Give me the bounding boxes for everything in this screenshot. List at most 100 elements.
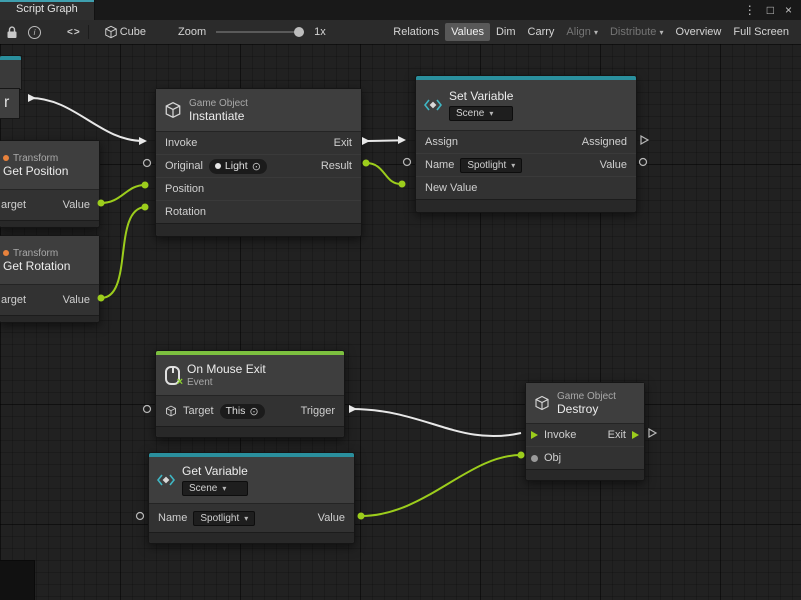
code-icon[interactable]: <> — [67, 27, 81, 38]
node-header: Game Object Instantiate — [156, 89, 361, 132]
info-icon[interactable]: i — [28, 26, 41, 39]
zoom-slider[interactable] — [216, 31, 304, 33]
node-subtitle: Event — [187, 377, 266, 388]
chevron-down-icon: ▾ — [594, 28, 598, 37]
values-button[interactable]: Values — [445, 23, 490, 41]
object-field-light[interactable]: Light ⊙ — [209, 159, 267, 174]
carry-button[interactable]: Carry — [522, 23, 561, 41]
data-port-icon[interactable] — [640, 159, 647, 166]
data-port-icon[interactable] — [399, 181, 406, 188]
node-fragment-bottom[interactable] — [0, 560, 35, 600]
data-port-icon[interactable] — [142, 204, 149, 211]
control-arrow-icon[interactable] — [398, 136, 406, 144]
tab-script-graph[interactable]: Script Graph — [0, 0, 95, 20]
node-set-variable[interactable]: Set Variable Scene ▾ Assign Assigned Nam… — [415, 75, 637, 213]
wire-control[interactable] — [351, 409, 521, 436]
object-field-this[interactable]: This ⊙ — [220, 404, 265, 419]
data-port-icon[interactable] — [137, 513, 144, 520]
node-title: Get Rotation — [3, 260, 70, 273]
chevron-down-icon: ▾ — [244, 514, 248, 523]
port-label-target: arget — [1, 199, 26, 211]
maximize-icon[interactable]: □ — [767, 3, 774, 17]
data-port-icon[interactable] — [531, 455, 538, 462]
port-row: Original Light ⊙ Result — [156, 154, 361, 177]
data-port-icon[interactable] — [144, 406, 151, 413]
port-label-value: Value — [600, 159, 627, 171]
align-button: Align ▾ — [560, 23, 604, 41]
cube-icon — [104, 25, 118, 39]
lock-icon[interactable] — [6, 26, 18, 39]
control-arrow-icon[interactable] — [139, 137, 147, 145]
port-row: New Value — [416, 176, 636, 199]
tab-bar: Script Graph ⋮ □ × — [0, 0, 801, 20]
node-get-variable[interactable]: Get Variable Scene ▾ Name Spotlight ▾ Va… — [148, 452, 355, 544]
control-arrow-icon[interactable] — [632, 431, 639, 439]
node-fragment-top[interactable] — [0, 55, 22, 90]
node-footer — [0, 315, 99, 322]
graph-canvas[interactable]: r Transform Get Position arget Value — [0, 44, 801, 600]
node-category: Transform — [13, 153, 58, 164]
port-row: Position — [156, 177, 361, 200]
port-label-name: Name — [158, 512, 187, 524]
data-port-icon[interactable] — [404, 159, 411, 166]
wire-data[interactable] — [101, 207, 145, 298]
port-label-target: Target — [183, 405, 214, 417]
close-icon[interactable]: × — [785, 3, 792, 17]
menu-dots-icon[interactable]: ⋮ — [744, 3, 756, 17]
port-label-value: Value — [63, 199, 90, 211]
variable-name-dropdown[interactable]: Spotlight ▾ — [193, 511, 255, 526]
variable-name-dropdown[interactable]: Spotlight ▾ — [460, 158, 522, 173]
wire-data[interactable] — [366, 163, 402, 184]
data-port-icon[interactable] — [358, 513, 365, 520]
control-arrow-icon[interactable] — [531, 431, 538, 439]
object-field-value: Light — [225, 160, 248, 172]
overview-button[interactable]: Overview — [670, 23, 728, 41]
object-picker-icon[interactable]: ⊙ — [249, 405, 258, 418]
zoom-slider-knob[interactable] — [294, 27, 304, 37]
variable-scope-dropdown[interactable]: Scene ▾ — [449, 106, 513, 121]
dim-button[interactable]: Dim — [490, 23, 522, 41]
data-port-icon[interactable] — [144, 160, 151, 167]
control-arrow-icon[interactable] — [28, 94, 36, 102]
node-title: Get Position — [3, 165, 68, 178]
wire-data[interactable] — [101, 185, 145, 203]
control-arrow-icon[interactable] — [349, 405, 357, 413]
variable-scope-dropdown[interactable]: Scene ▾ — [182, 481, 248, 496]
mouse-exit-icon: × — [164, 366, 180, 384]
node-title: Instantiate — [189, 110, 248, 123]
wire-control[interactable] — [30, 98, 143, 141]
node-category: Game Object — [189, 98, 248, 109]
data-port-icon[interactable] — [363, 160, 370, 167]
port-label-trigger: Trigger — [301, 405, 335, 417]
port-label-exit: Exit — [608, 429, 626, 441]
node-instantiate[interactable]: Game Object Instantiate Invoke Exit Orig… — [155, 88, 362, 237]
node-get-position[interactable]: Transform Get Position arget Value — [0, 140, 100, 228]
chevron-down-icon: ▾ — [511, 161, 515, 170]
data-port-icon[interactable] — [518, 452, 525, 459]
variable-icon — [424, 98, 442, 112]
port-row: Rotation — [156, 200, 361, 223]
control-port-icon[interactable] — [649, 429, 656, 437]
port-label-original: Original — [165, 160, 203, 172]
port-label-value: Value — [63, 294, 90, 306]
port-row: Obj — [526, 446, 644, 469]
wire-control[interactable] — [368, 140, 400, 141]
toolbar-separator — [88, 25, 89, 39]
node-on-mouse-exit[interactable]: × On Mouse Exit Event Target This ⊙ — [155, 350, 345, 438]
data-port-icon[interactable] — [142, 182, 149, 189]
wire-data[interactable] — [361, 455, 521, 516]
port-label-result: Result — [321, 160, 352, 172]
relations-button[interactable]: Relations — [387, 23, 445, 41]
fullscreen-button[interactable]: Full Screen — [727, 23, 795, 41]
port-row: Name Spotlight ▾ Value — [416, 153, 636, 176]
control-arrow-icon[interactable] — [362, 137, 370, 145]
node-fragment-trigger[interactable]: r — [0, 88, 20, 119]
fragment-label: r — [0, 89, 19, 116]
graph-target-label[interactable]: Cube — [120, 26, 146, 38]
node-get-rotation[interactable]: Transform Get Rotation arget Value — [0, 235, 100, 323]
object-picker-icon[interactable]: ⊙ — [252, 160, 261, 173]
control-port-icon[interactable] — [641, 136, 648, 144]
node-title: Get Variable — [182, 465, 248, 478]
node-destroy[interactable]: Game Object Destroy Invoke Exit Obj — [525, 382, 645, 481]
node-footer — [0, 220, 99, 227]
